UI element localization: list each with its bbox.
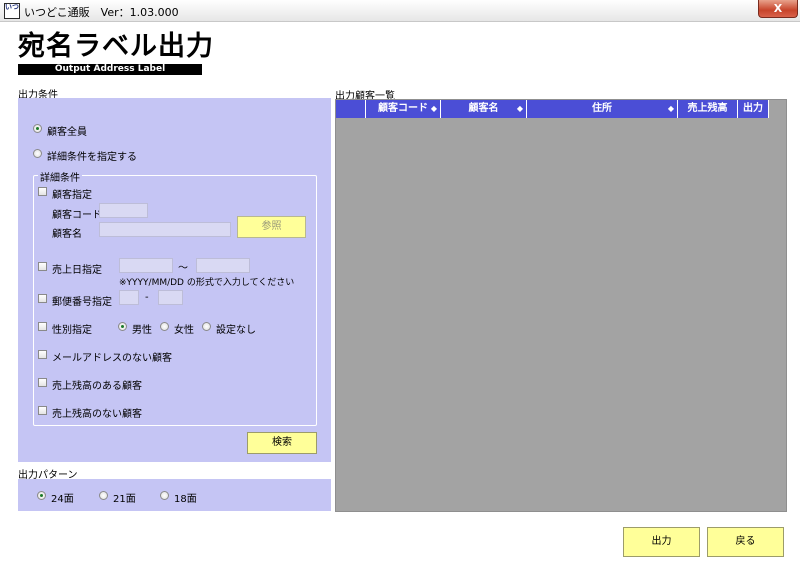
- search-button[interactable]: 検索: [247, 432, 317, 454]
- no-balance-checkbox[interactable]: [38, 406, 47, 415]
- sales-date-from-input[interactable]: [119, 258, 173, 273]
- pattern-24-radio[interactable]: [37, 491, 46, 500]
- page-subtitle: Output Address Label: [18, 64, 202, 75]
- sales-date-to-input[interactable]: [196, 258, 250, 273]
- column-customer-name-label: 顧客名: [468, 103, 499, 114]
- grid-header: 顧客コード ◆ 顧客名 ◆ 住所 ◆ 売上残高 出力: [336, 100, 769, 118]
- sales-date-checkbox[interactable]: [38, 262, 47, 271]
- output-button[interactable]: 出力: [623, 527, 700, 557]
- pattern-18-label: 18面: [174, 494, 197, 505]
- customer-name-label: 顧客名: [52, 229, 82, 240]
- no-balance-label: 売上残高のない顧客: [52, 409, 142, 420]
- column-output-label: 出力: [743, 103, 763, 114]
- gender-label: 性別指定: [52, 325, 92, 336]
- pattern-18-radio[interactable]: [160, 491, 169, 500]
- has-balance-checkbox[interactable]: [38, 378, 47, 387]
- gender-none-label: 設定なし: [216, 325, 256, 336]
- customer-list-grid[interactable]: 顧客コード ◆ 顧客名 ◆ 住所 ◆ 売上残高 出力: [335, 99, 787, 512]
- column-sales-balance[interactable]: 売上残高: [678, 100, 738, 118]
- page-title: 宛名ラベル出力: [18, 31, 214, 62]
- column-customer-code[interactable]: 顧客コード ◆: [366, 100, 441, 118]
- sort-icon: ◆: [516, 104, 523, 113]
- column-address-label: 住所: [592, 103, 612, 114]
- gender-female-label: 女性: [174, 325, 194, 336]
- sales-date-label: 売上日指定: [52, 265, 102, 276]
- specify-detail-radio[interactable]: [33, 149, 42, 158]
- column-customer-name[interactable]: 顧客名 ◆: [441, 100, 527, 118]
- pattern-24-label: 24面: [51, 494, 74, 505]
- postal-code-checkbox[interactable]: [38, 294, 47, 303]
- specify-detail-label: 詳細条件を指定する: [47, 152, 137, 163]
- no-email-checkbox[interactable]: [38, 350, 47, 359]
- back-button[interactable]: 戻る: [707, 527, 784, 557]
- browse-button[interactable]: 参照: [237, 216, 306, 238]
- column-sales-balance-label: 売上残高: [687, 103, 728, 114]
- postal-code-label: 郵便番号指定: [52, 297, 112, 308]
- has-balance-label: 売上残高のある顧客: [52, 381, 142, 392]
- customer-code-input[interactable]: [99, 203, 148, 218]
- customer-specify-checkbox[interactable]: [38, 187, 47, 196]
- grid-row-header-column[interactable]: [336, 100, 366, 118]
- gender-checkbox[interactable]: [38, 322, 47, 331]
- date-range-tilde: ～: [178, 263, 188, 274]
- gender-male-radio[interactable]: [118, 322, 127, 331]
- detail-conditions-legend: 詳細条件: [38, 169, 82, 184]
- all-customers-radio[interactable]: [33, 124, 42, 133]
- pattern-21-label: 21面: [113, 494, 136, 505]
- gender-female-radio[interactable]: [160, 322, 169, 331]
- postal-code-first-input[interactable]: [119, 290, 139, 305]
- column-customer-code-label: 顧客コード: [378, 103, 428, 114]
- gender-none-radio[interactable]: [202, 322, 211, 331]
- customer-name-input[interactable]: [99, 222, 231, 237]
- pattern-21-radio[interactable]: [99, 491, 108, 500]
- app-icon: いつ: [4, 3, 20, 19]
- postal-code-dash: -: [145, 292, 149, 303]
- column-address[interactable]: 住所 ◆: [527, 100, 678, 118]
- gender-male-label: 男性: [132, 325, 152, 336]
- title-bar: いつ いつどこ通販 Ver：1.03.000 X: [0, 0, 800, 22]
- customer-code-label: 顧客コード: [52, 210, 102, 221]
- customer-specify-label: 顧客指定: [52, 190, 92, 201]
- sort-icon: ◆: [667, 104, 674, 113]
- no-email-label: メールアドレスのない顧客: [52, 353, 172, 364]
- postal-code-second-input[interactable]: [158, 290, 183, 305]
- date-format-hint: ※YYYY/MM/DD の形式で入力してください: [119, 278, 295, 288]
- window-title: いつどこ通販 Ver：1.03.000: [24, 6, 179, 19]
- all-customers-label: 顧客全員: [47, 127, 87, 138]
- sort-icon: ◆: [430, 104, 437, 113]
- close-button[interactable]: X: [758, 0, 798, 18]
- column-output[interactable]: 出力: [738, 100, 769, 118]
